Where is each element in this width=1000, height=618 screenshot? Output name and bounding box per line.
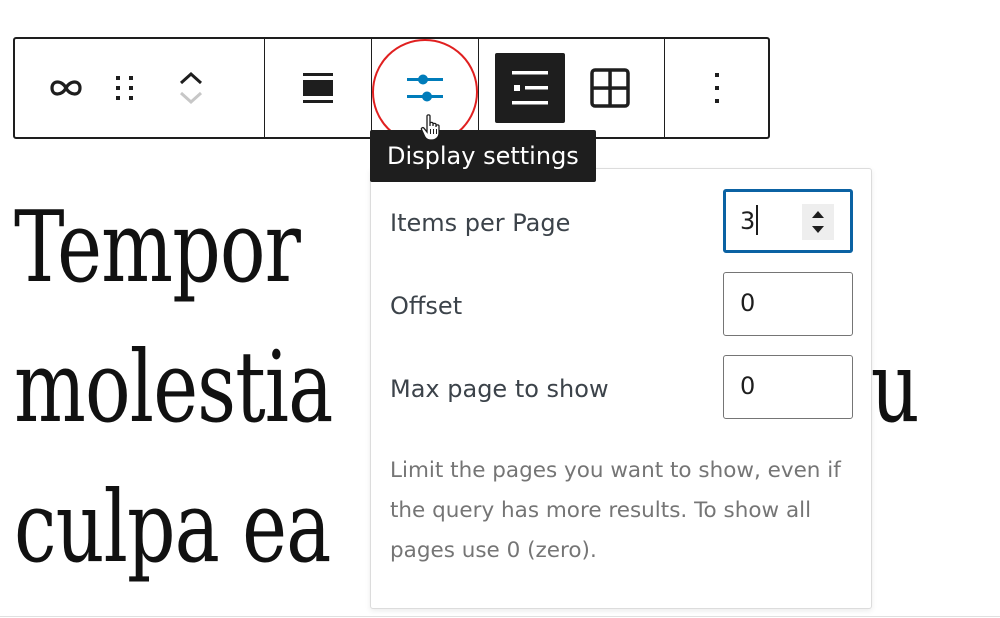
display-settings-popover: Items per Page 3 Offset 0 Max page to sh… — [370, 168, 872, 609]
align-icon[interactable] — [298, 68, 338, 108]
list-view-button[interactable] — [495, 53, 565, 123]
toolbar-group-block — [15, 39, 265, 137]
items-per-page-value: 3 — [740, 207, 756, 235]
max-page-input[interactable]: 0 — [723, 355, 853, 419]
help-text: Limit the pages you want to show, even i… — [390, 458, 841, 563]
move-up-icon[interactable] — [178, 70, 204, 86]
offset-value: 0 — [740, 289, 756, 317]
display-settings-tooltip: Display settings — [370, 130, 596, 182]
link-icon[interactable] — [46, 68, 86, 108]
toolbar-group-more — [665, 39, 768, 137]
drag-handle-icon[interactable] — [112, 70, 138, 106]
block-mover — [174, 58, 208, 118]
more-options-icon[interactable] — [712, 68, 722, 108]
items-per-page-input[interactable]: 3 — [723, 189, 853, 253]
text-caret — [756, 205, 758, 235]
list-view-icon — [512, 71, 548, 105]
toolbar-group-view — [479, 39, 665, 137]
block-toolbar — [13, 37, 770, 139]
grid-view-button[interactable] — [585, 63, 635, 113]
items-per-page-label: Items per Page — [390, 209, 571, 237]
settings-sliders-icon[interactable] — [403, 66, 447, 110]
move-down-icon[interactable] — [178, 90, 204, 106]
number-spinner[interactable] — [802, 204, 834, 240]
offset-label: Offset — [390, 292, 463, 320]
toolbar-group-align — [265, 39, 372, 137]
divider — [0, 616, 1000, 617]
max-page-value: 0 — [740, 372, 756, 400]
hand-cursor-icon — [420, 114, 440, 141]
grid-view-icon — [590, 68, 630, 108]
max-page-label: Max page to show — [390, 375, 609, 403]
spin-up-icon[interactable] — [811, 210, 825, 219]
offset-input[interactable]: 0 — [723, 272, 853, 336]
spin-down-icon[interactable] — [811, 225, 825, 234]
